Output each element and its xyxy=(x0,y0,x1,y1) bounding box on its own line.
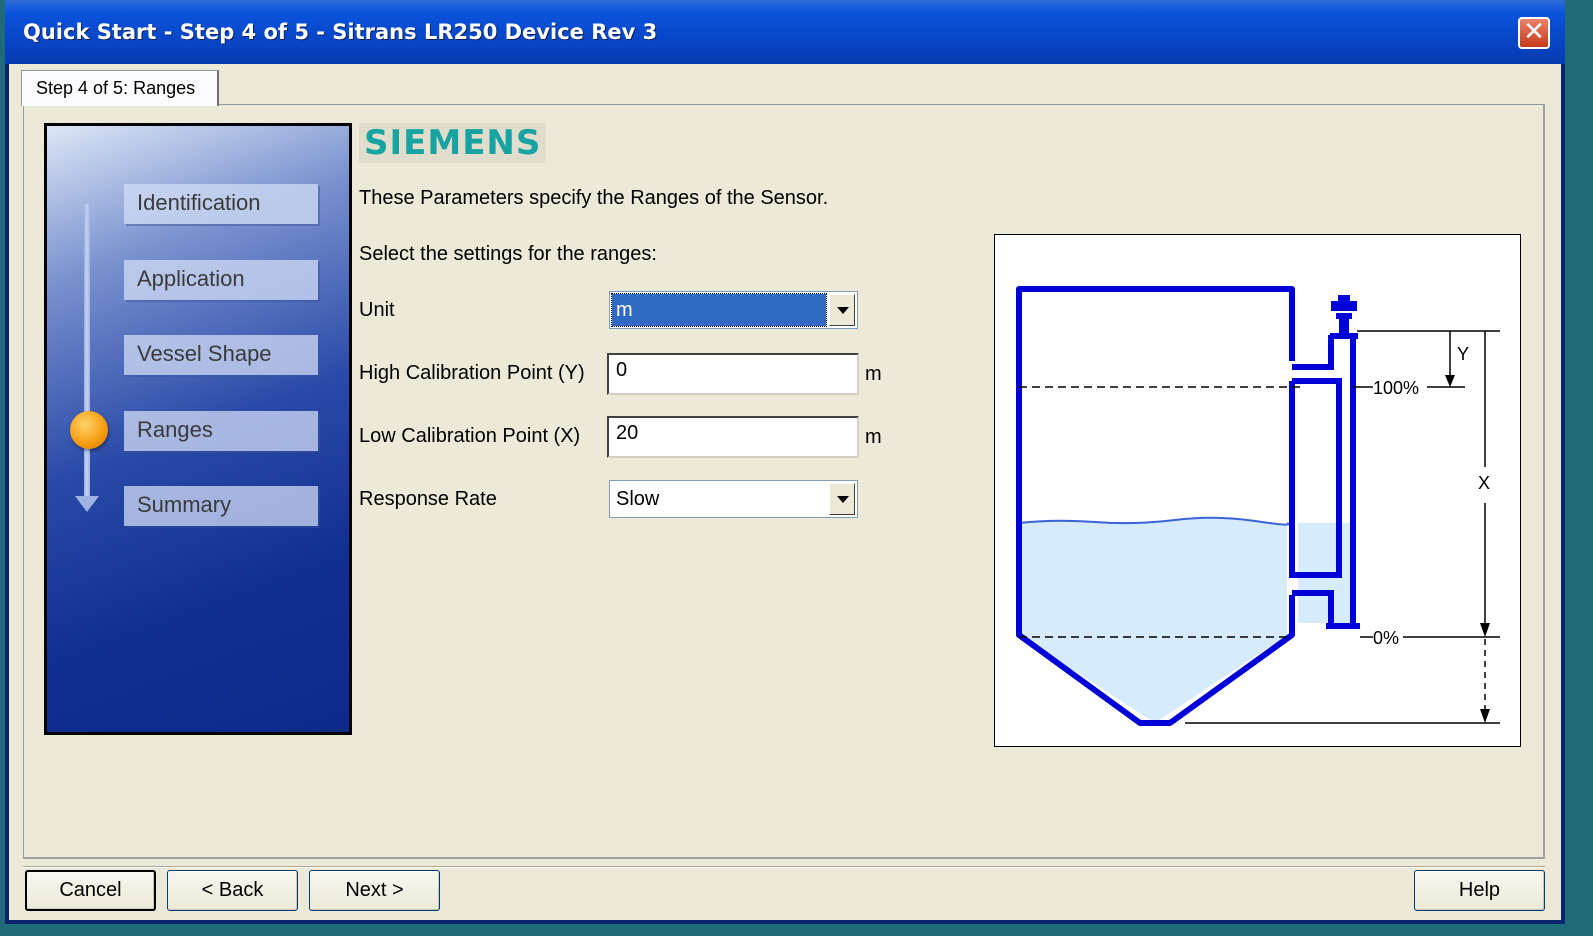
step-navigation-panel: Identification Application Vessel Shape … xyxy=(44,123,352,735)
tab-panel: Identification Application Vessel Shape … xyxy=(23,104,1545,859)
current-step-indicator-icon xyxy=(70,411,108,449)
low-calibration-label: Low Calibration Point (X) xyxy=(359,425,581,447)
x-arrow-icon xyxy=(1480,623,1490,637)
offset-arrow-icon xyxy=(1480,709,1490,723)
close-icon[interactable]: ✕ xyxy=(1518,17,1550,49)
label-100-percent: 100% xyxy=(1373,378,1419,398)
label-y: Y xyxy=(1457,344,1469,364)
chevron-down-icon[interactable] xyxy=(829,294,855,326)
liquid-fill xyxy=(1019,517,1289,723)
siemens-logo: SIEMENS xyxy=(359,123,547,163)
unit-label: Unit xyxy=(359,299,395,321)
response-rate-label: Response Rate xyxy=(359,488,497,510)
cancel-button[interactable]: Cancel xyxy=(25,870,156,911)
help-button[interactable]: Help xyxy=(1414,870,1545,911)
high-calibration-label: High Calibration Point (Y) xyxy=(359,362,585,384)
instruction-text: Select the settings for the ranges: xyxy=(359,243,657,265)
high-calibration-unit: m xyxy=(865,363,882,385)
step-application[interactable]: Application xyxy=(124,260,318,300)
low-calibration-input[interactable]: 20 xyxy=(607,416,859,458)
response-rate-value: Slow xyxy=(616,488,660,510)
back-button[interactable]: < Back xyxy=(167,870,298,911)
step-ranges[interactable]: Ranges xyxy=(124,411,318,451)
step-summary[interactable]: Summary xyxy=(124,486,318,526)
dialog-client-area: Step 4 of 5: Ranges Identification Appli… xyxy=(9,64,1561,920)
vessel-diagram-svg: 100% 0% Y X xyxy=(1016,286,1500,726)
unit-select-value: m xyxy=(611,293,827,327)
response-rate-select[interactable]: Slow xyxy=(609,480,858,518)
timeline-arrow-icon xyxy=(75,496,99,512)
intro-text: These Parameters specify the Ranges of t… xyxy=(359,187,829,209)
step-vessel-shape[interactable]: Vessel Shape xyxy=(124,335,318,375)
high-calibration-input[interactable]: 0 xyxy=(607,353,859,395)
y-arrow-icon xyxy=(1445,375,1455,387)
tab-ranges[interactable]: Step 4 of 5: Ranges xyxy=(21,70,219,106)
chevron-down-icon[interactable] xyxy=(829,483,855,515)
vessel-range-diagram: 100% 0% Y X xyxy=(994,234,1521,747)
button-separator xyxy=(23,866,1545,868)
label-0-percent: 0% xyxy=(1373,628,1399,648)
low-calibration-unit: m xyxy=(865,426,882,448)
quick-start-window: Quick Start - Step 4 of 5 - Sitrans LR25… xyxy=(5,0,1565,924)
step-timeline xyxy=(84,204,90,504)
title-bar[interactable]: Quick Start - Step 4 of 5 - Sitrans LR25… xyxy=(5,0,1565,64)
window-title: Quick Start - Step 4 of 5 - Sitrans LR25… xyxy=(23,20,658,44)
label-x: X xyxy=(1478,473,1490,493)
step-identification[interactable]: Identification xyxy=(124,184,318,224)
unit-select[interactable]: m xyxy=(609,291,858,329)
next-button[interactable]: Next > xyxy=(309,870,440,911)
